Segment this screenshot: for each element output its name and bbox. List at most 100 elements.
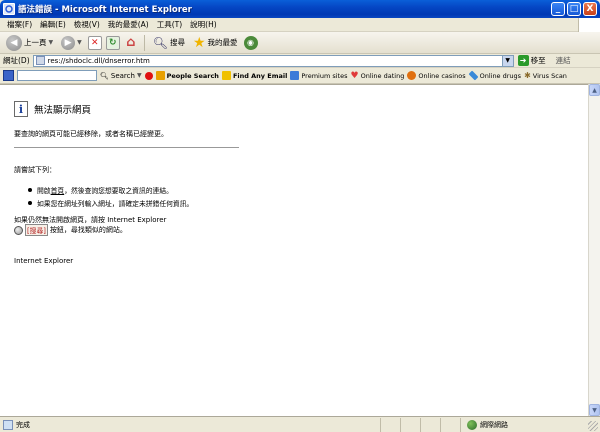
toolbar-logo-icon bbox=[3, 70, 14, 81]
menu-view[interactable]: 檢視(V) bbox=[70, 19, 104, 30]
address-dropdown-icon[interactable]: ▼ bbox=[502, 54, 514, 67]
status-cell bbox=[400, 417, 420, 432]
zone-indicator: 網際網路 bbox=[460, 417, 550, 432]
page-title: 無法顯示網頁 bbox=[34, 105, 92, 116]
toolbar-search-button[interactable]: 🔍︎ Search ▼ bbox=[100, 72, 142, 80]
toolbar-link-online-drugs[interactable]: Online drugs bbox=[468, 70, 522, 81]
status-text: 完成 bbox=[16, 420, 30, 429]
heart-icon: ♥ bbox=[350, 70, 359, 81]
back-dropdown-icon: ▼ bbox=[48, 39, 54, 46]
try-label: 請嘗試下列： bbox=[14, 166, 56, 174]
refresh-button[interactable]: ↻ bbox=[105, 35, 120, 50]
toolbar-search-input[interactable] bbox=[17, 70, 97, 81]
tips-list: 開啟 首頁 ，然後查詢您想要取之資訊的連結。 如果您在網址列輸入網址，請確定未拼… bbox=[28, 185, 193, 211]
address-bar: 網址(D) res://shdoclc.dll/dnserror.htm ▼ ➜… bbox=[0, 54, 600, 68]
go-arrow-icon: ➜ bbox=[517, 55, 529, 66]
go-button[interactable]: ➜ 移至 bbox=[517, 55, 546, 66]
menu-bar: 檔案(F) 編輯(E) 檢視(V) 我的最愛(A) 工具(T) 說明(H) bbox=[0, 18, 600, 32]
premium-icon bbox=[290, 71, 300, 80]
casino-icon bbox=[407, 71, 417, 80]
toolbar-link-online-dating[interactable]: ♥ Online dating bbox=[351, 71, 405, 81]
tip1-prefix: 開啟 bbox=[37, 187, 51, 195]
magnifier-icon: 🔍︎ bbox=[152, 35, 168, 50]
page-done-icon bbox=[3, 419, 13, 430]
forward-arrow-icon: ▶ bbox=[61, 35, 76, 50]
email-icon bbox=[221, 71, 231, 80]
status-section: 完成 bbox=[0, 419, 380, 430]
toolbar-separator bbox=[143, 34, 145, 51]
bullet-icon bbox=[28, 201, 32, 205]
tip1-suffix: ，然後查詢您想要取之資訊的連結。 bbox=[64, 187, 173, 195]
pill-icon bbox=[468, 70, 479, 81]
tip2-text: 如果您在網址列輸入網址，請確定未拼錯任何資訊。 bbox=[37, 200, 194, 208]
bullet-icon bbox=[28, 188, 32, 192]
search-toolbar: 🔍︎ Search ▼ People Search Find Any Email… bbox=[0, 68, 600, 84]
title-bar: 語法錯誤 - Microsoft Internet Explorer _ □ X bbox=[0, 0, 600, 18]
menu-tools[interactable]: 工具(T) bbox=[153, 19, 186, 30]
error-message: 要查詢的網頁可能已經移除，或者名稱已經變更。 bbox=[14, 130, 168, 138]
toolbar-link-people-search[interactable]: People Search bbox=[155, 71, 219, 80]
menu-edit[interactable]: 編輯(E) bbox=[36, 19, 70, 30]
go-label: 移至 bbox=[530, 56, 546, 65]
resize-grip-icon[interactable] bbox=[588, 421, 598, 431]
toolbar-link-online-casinos[interactable]: Online casinos bbox=[407, 71, 466, 80]
status-bar: 完成 網際網路 bbox=[0, 416, 600, 432]
forward-button[interactable]: ▶ ▼ bbox=[59, 34, 84, 52]
link-label: Find Any Email bbox=[232, 71, 288, 80]
maximize-button[interactable]: □ bbox=[567, 2, 581, 16]
search-hint: [搜尋] 按鈕，尋找類似的網站。 bbox=[14, 224, 127, 236]
link-label: Online drugs bbox=[479, 71, 522, 80]
close-button[interactable]: X bbox=[583, 2, 597, 16]
address-label: 網址(D) bbox=[3, 56, 30, 65]
link-label: Online dating bbox=[360, 71, 405, 80]
star-icon: ★ bbox=[192, 34, 206, 51]
link-label: Premium sites bbox=[301, 71, 348, 80]
page-content: i 無法顯示網頁 要查詢的網頁可能已經移除，或者名稱已經變更。 請嘗試下列： 開… bbox=[0, 84, 588, 416]
favorites-label: 我的最愛 bbox=[207, 38, 238, 47]
back-button[interactable]: ◀ 上一頁 ▼ bbox=[4, 34, 55, 52]
home-button[interactable]: ⌂ bbox=[124, 35, 138, 50]
ie-logo-icon bbox=[3, 3, 15, 15]
address-input[interactable]: res://shdoclc.dll/dnserror.htm bbox=[32, 54, 503, 67]
link-label: Virus Scan bbox=[532, 71, 567, 80]
menu-help[interactable]: 說明(H) bbox=[186, 19, 221, 30]
media-button[interactable]: ◉ bbox=[243, 35, 258, 50]
chevron-down-icon: ▼ bbox=[136, 72, 142, 79]
scroll-down-icon[interactable]: ▼ bbox=[589, 404, 600, 416]
popup-blocker-icon[interactable] bbox=[144, 71, 153, 80]
stop-button[interactable]: ✕ bbox=[87, 35, 102, 50]
minimize-button[interactable]: _ bbox=[551, 2, 565, 16]
link-label: People Search bbox=[166, 71, 219, 80]
toolbar-link-find-email[interactable]: Find Any Email bbox=[221, 71, 288, 80]
links-label[interactable]: 連結 bbox=[556, 55, 571, 66]
back-label: 上一頁 bbox=[24, 38, 47, 47]
home-page-link[interactable]: 首頁 bbox=[51, 185, 65, 195]
address-url: res://shdoclc.dll/dnserror.htm bbox=[47, 56, 150, 65]
magnifier-icon: 🔍︎ bbox=[100, 71, 109, 80]
inline-search-button[interactable]: [搜尋] bbox=[25, 224, 48, 236]
search-label: 搜尋 bbox=[169, 38, 185, 47]
toolbar-search-label: Search bbox=[110, 71, 135, 80]
virus-icon: ✱ bbox=[524, 71, 531, 80]
window-title: 語法錯誤 - Microsoft Internet Explorer bbox=[18, 5, 192, 15]
page-heading: i 無法顯示網頁 bbox=[14, 101, 91, 117]
menu-favorites[interactable]: 我的最愛(A) bbox=[104, 19, 153, 30]
vertical-scrollbar[interactable]: ▲ ▼ bbox=[588, 84, 600, 416]
status-cell bbox=[420, 417, 440, 432]
status-cell bbox=[380, 417, 400, 432]
footer-text: Internet Explorer bbox=[14, 257, 74, 265]
globe-icon bbox=[14, 225, 23, 235]
toolbar-link-premium-sites[interactable]: Premium sites bbox=[290, 71, 348, 80]
menu-file[interactable]: 檔案(F) bbox=[3, 19, 36, 30]
internet-zone-icon bbox=[467, 419, 477, 430]
zone-text: 網際網路 bbox=[480, 420, 508, 429]
info-icon: i bbox=[14, 101, 28, 117]
divider bbox=[14, 147, 239, 148]
back-arrow-icon: ◀ bbox=[6, 34, 22, 51]
search-button[interactable]: 🔍︎ 搜尋 bbox=[151, 34, 187, 52]
toolbar-link-virus-scan[interactable]: ✱ Virus Scan bbox=[524, 71, 567, 80]
link-label: Online casinos bbox=[418, 71, 466, 80]
people-icon bbox=[155, 71, 165, 80]
scroll-up-icon[interactable]: ▲ bbox=[589, 84, 600, 96]
favorites-button[interactable]: ★ 我的最愛 bbox=[191, 34, 240, 52]
